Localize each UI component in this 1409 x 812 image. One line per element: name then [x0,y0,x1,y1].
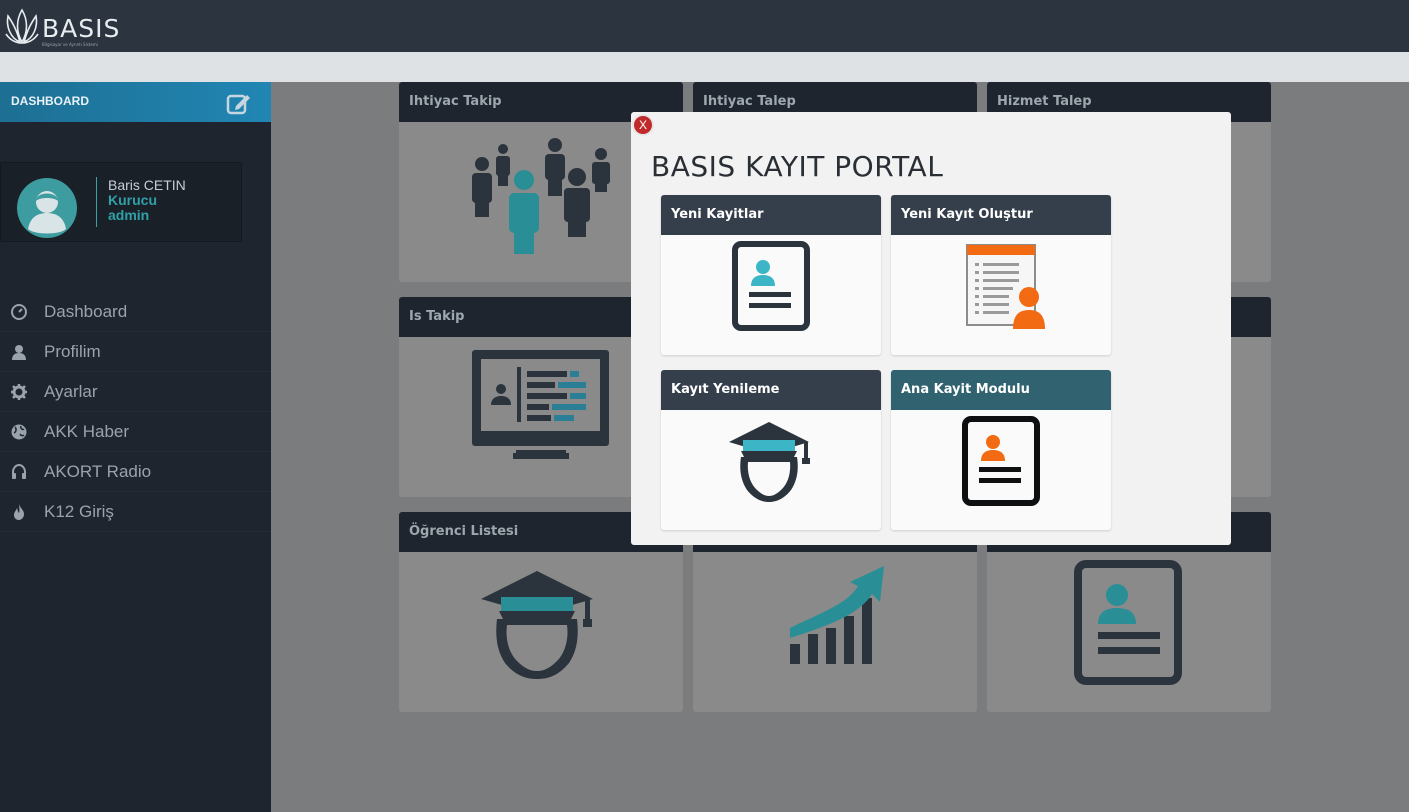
sidebar-item-dashboard[interactable]: Dashboard [0,292,271,332]
fire-icon [14,504,24,520]
modal-card-yeni-kayit-olustur[interactable]: Yeni Kayıt Oluştur [891,195,1111,355]
modal-card-title: Yeni Kayıt Oluştur [891,195,1111,235]
dashboard-icon [11,304,27,320]
graduate-icon [481,571,593,679]
globe-icon [11,424,27,440]
edit-icon[interactable] [226,91,252,115]
monitor-icon [472,350,609,459]
modal-card-ana-kayit-modulu[interactable]: Ana Kayit Modulu [891,370,1111,530]
modal-card-title: Yeni Kayitlar [661,195,881,235]
id-card-icon [1074,560,1182,685]
sidebar-item-label: AKK Haber [44,422,130,441]
avatar [17,178,77,238]
user-role: Kurucu [108,192,157,208]
modal-card-yeni-kayitlar[interactable]: Yeni Kayitlar [661,195,881,355]
id-card-orange-icon [962,416,1040,506]
sidebar-header-title: DASHBOARD [11,94,89,108]
modal-title: BASIS KAYIT PORTAL [651,150,944,183]
sidebar-item-label: AKORT Radio [44,462,152,481]
headphones-icon [12,464,26,479]
top-bar: BASIS Bilgisayar ve Ayrıntı Sistemi [0,0,1409,52]
user-permission: admin [108,207,150,223]
sidebar-item-k12-giris[interactable]: K12 Giriş [0,492,271,532]
logo-subtitle: Bilgisayar ve Ayrıntı Sistemi [42,42,98,47]
sub-bar [0,52,1409,82]
modal-card-title: Kayıt Yenileme [661,370,881,410]
graduate-icon [729,422,810,502]
sidebar: DASHBOARD Baris CETIN Kurucu admin Dashb… [0,82,271,812]
user-divider [96,177,97,227]
sidebar-item-label: K12 Giriş [44,502,114,521]
user-icon [12,345,26,360]
id-card-icon [732,241,810,331]
sidebar-header: DASHBOARD [0,82,271,122]
modal-card-title: Ana Kayit Modulu [891,370,1111,410]
lotus-logo-icon [5,8,39,44]
sidebar-item-ayarlar[interactable]: Ayarlar [0,372,271,412]
user-profile-box[interactable]: Baris CETIN Kurucu admin [0,162,242,242]
gear-icon [11,384,27,400]
sidebar-menu: Dashboard Profilim Ayarlar AKK Haber AKO… [0,292,271,532]
sidebar-item-profilim[interactable]: Profilim [0,332,271,372]
close-button[interactable]: X [632,114,654,136]
logo-text: BASIS [42,14,121,43]
user-name: Baris CETIN [108,177,186,193]
people-icon [472,138,610,254]
sidebar-item-akk-haber[interactable]: AKK Haber [0,412,271,452]
sidebar-item-label: Dashboard [44,302,128,321]
sidebar-item-label: Ayarlar [44,382,98,401]
form-user-icon [966,244,1045,329]
modal-card-kayit-yenileme[interactable]: Kayıt Yenileme [661,370,881,530]
basis-logo[interactable]: BASIS Bilgisayar ve Ayrıntı Sistemi [2,4,119,48]
sidebar-item-label: Profilim [44,342,101,361]
sidebar-item-akort-radio[interactable]: AKORT Radio [0,452,271,492]
growth-chart-icon [790,566,884,664]
